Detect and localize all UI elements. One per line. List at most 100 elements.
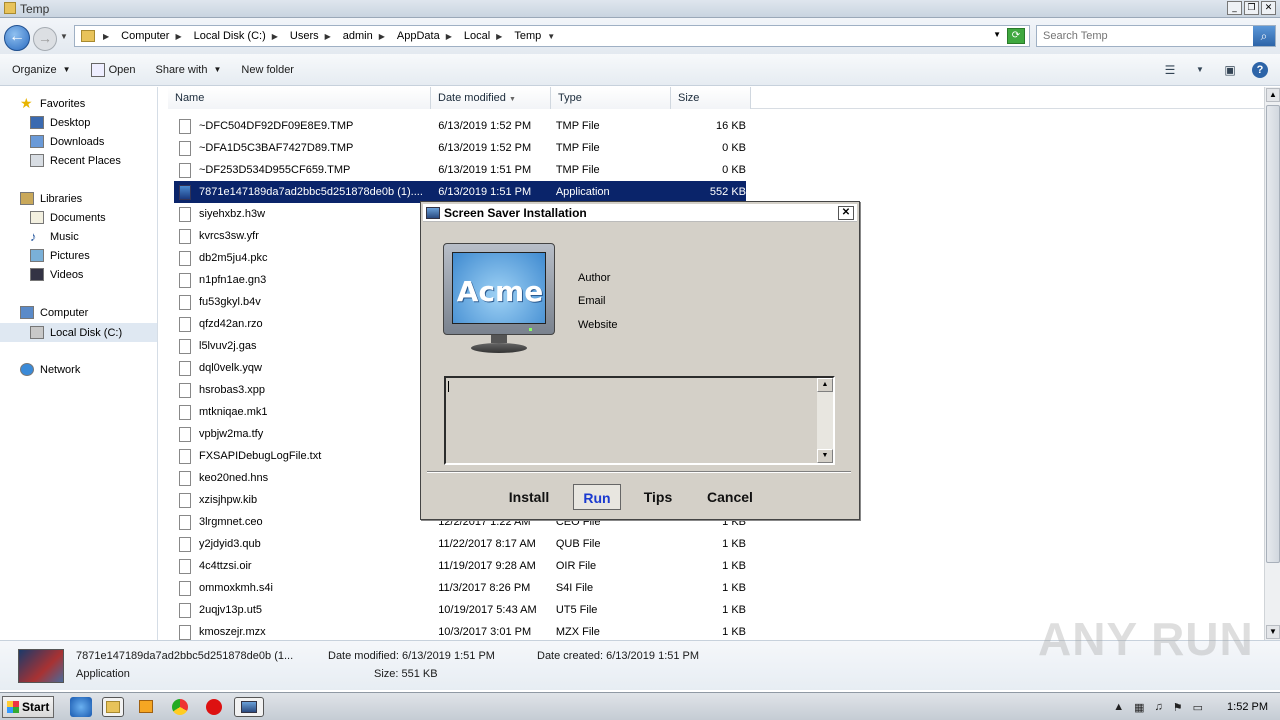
- back-button[interactable]: ←: [4, 25, 30, 51]
- share-with-button[interactable]: Share with ▼: [155, 64, 221, 76]
- close-button[interactable]: ✕: [1261, 1, 1276, 15]
- opera-icon[interactable]: [204, 697, 226, 717]
- cancel-button[interactable]: Cancel: [697, 484, 763, 510]
- breadcrumb-admin[interactable]: admin: [343, 30, 373, 42]
- column-name[interactable]: Name: [168, 87, 431, 109]
- nav-local-disk[interactable]: Local Disk (C:): [0, 323, 157, 342]
- vertical-scrollbar[interactable]: ▲ ▼: [1264, 87, 1280, 640]
- pictures-icon: [30, 249, 44, 262]
- description-textarea[interactable]: ▲ ▼: [444, 376, 835, 465]
- nav-computer[interactable]: Computer: [20, 306, 88, 319]
- column-type[interactable]: Type: [551, 87, 671, 109]
- file-row[interactable]: ~DFA1D5C3BAF7427D89.TMP 6/13/2019 1:52 PM…: [174, 137, 746, 159]
- file-row[interactable]: y2jdyid3.qub 11/22/2017 8:17 AM QUB File 1 …: [174, 533, 746, 555]
- organize-button[interactable]: Organize ▼: [12, 64, 71, 76]
- column-size[interactable]: Size: [671, 87, 751, 109]
- run-button[interactable]: Run: [573, 484, 621, 510]
- nav-favorites[interactable]: ★ Favorites: [20, 96, 85, 110]
- view-dropdown-icon[interactable]: ▼: [1192, 63, 1208, 77]
- volume-icon[interactable]: ♫: [1155, 701, 1163, 713]
- nav-music[interactable]: ♪ Music: [30, 230, 79, 243]
- nav-pictures[interactable]: Pictures: [30, 249, 90, 262]
- file-type: OIR File: [555, 560, 597, 572]
- file-row[interactable]: 4c4ttzsi.oir 11/19/2017 9:28 AM OIR File 1 …: [174, 555, 746, 577]
- internet-explorer-icon[interactable]: [70, 697, 92, 717]
- column-date-modified[interactable]: Date modified ▼: [431, 87, 551, 109]
- breadcrumb-users[interactable]: Users: [290, 30, 319, 42]
- help-icon[interactable]: ?: [1252, 62, 1268, 78]
- file-icon: [179, 514, 191, 530]
- file-icon: [179, 624, 191, 640]
- website-label: Website: [578, 319, 618, 331]
- network-tray-icon[interactable]: ▦: [1134, 701, 1144, 714]
- install-button[interactable]: Install: [499, 484, 559, 510]
- file-thumbnail: [18, 649, 64, 683]
- file-type: MZX File: [555, 626, 600, 638]
- search-icon[interactable]: ⌕: [1253, 26, 1275, 46]
- scroll-up-icon[interactable]: ▲: [817, 378, 833, 392]
- file-date: 11/19/2017 9:28 AM: [438, 560, 536, 572]
- nav-videos[interactable]: Videos: [30, 268, 83, 281]
- media-player-icon[interactable]: [136, 697, 158, 717]
- scroll-up-icon[interactable]: ▲: [1266, 88, 1280, 102]
- nav-downloads[interactable]: Downloads: [30, 135, 104, 148]
- start-button[interactable]: Start: [2, 696, 54, 718]
- minimize-button[interactable]: _: [1227, 1, 1242, 15]
- file-name: kmoszejr.mzx: [199, 626, 266, 638]
- file-row[interactable]: ommoxkmh.s4i 11/3/2017 8:26 PM S4I File 1 K…: [174, 577, 746, 599]
- screensaver-taskbar-icon[interactable]: [234, 697, 264, 717]
- tips-button[interactable]: Tips: [631, 484, 685, 510]
- clock[interactable]: 1:52 PM: [1227, 701, 1268, 713]
- action-center-icon[interactable]: ⚑: [1173, 701, 1183, 714]
- new-folder-button[interactable]: New folder: [241, 64, 294, 76]
- breadcrumb-temp[interactable]: Temp: [514, 30, 541, 42]
- file-name: hsrobas3.xpp: [199, 384, 266, 396]
- forward-button[interactable]: →: [33, 27, 57, 51]
- show-hidden-icons-icon[interactable]: ▲: [1113, 701, 1124, 713]
- refresh-icon[interactable]: ⟳: [1007, 28, 1025, 44]
- dialog-titlebar: Screen Saver Installation ✕: [423, 204, 857, 222]
- address-bar[interactable]: ▶ Computer ▶ Local Disk (C:) ▶ Users ▶ a…: [74, 25, 1030, 47]
- scroll-thumb[interactable]: [1266, 105, 1280, 563]
- file-size: 1 KB: [722, 582, 747, 594]
- recent-pages-dropdown[interactable]: ▼: [60, 32, 68, 41]
- restore-button[interactable]: ❐: [1244, 1, 1259, 15]
- acme-logo: Acme: [456, 275, 544, 308]
- nav-desktop[interactable]: Desktop: [30, 116, 90, 129]
- scroll-down-icon[interactable]: ▼: [1266, 625, 1280, 639]
- nav-network[interactable]: Network: [20, 363, 80, 376]
- file-type: TMP File: [555, 142, 600, 154]
- details-size: Size: 551 KB: [374, 668, 438, 680]
- file-name: l5lvuv2j.gas: [199, 340, 257, 352]
- breadcrumb-local[interactable]: Local: [464, 30, 490, 42]
- scroll-down-icon[interactable]: ▼: [817, 449, 833, 463]
- power-icon[interactable]: ▭: [1193, 701, 1203, 714]
- file-row[interactable]: 7871e147189da7ad2bbc5d251878de0b (1)....…: [174, 181, 746, 203]
- file-name: 2uqjv13p.ut5: [199, 604, 262, 616]
- breadcrumb-local-disk[interactable]: Local Disk (C:): [194, 30, 266, 42]
- file-row[interactable]: 2uqjv13p.ut5 10/19/2017 5:43 AM UT5 File 1 …: [174, 599, 746, 621]
- nav-libraries[interactable]: Libraries: [20, 192, 82, 205]
- dialog-close-button[interactable]: ✕: [838, 206, 854, 220]
- file-row[interactable]: kmoszejr.mzx 10/3/2017 3:01 PM MZX File 1 K…: [174, 621, 746, 640]
- search-input[interactable]: [1037, 26, 1247, 46]
- view-options-icon[interactable]: ☰: [1162, 63, 1178, 77]
- search-box[interactable]: ⌕: [1036, 25, 1276, 47]
- chrome-icon[interactable]: [170, 697, 192, 717]
- monitor-logo-image: Acme: [443, 243, 557, 355]
- breadcrumb-computer[interactable]: Computer: [121, 30, 169, 42]
- file-row[interactable]: ~DF253D534D955CF659.TMP 6/13/2019 1:51 PM…: [174, 159, 746, 181]
- explorer-taskbar-icon[interactable]: [102, 697, 124, 717]
- textarea-scrollbar[interactable]: ▲ ▼: [817, 378, 833, 463]
- file-name: xzisjhpw.kib: [199, 494, 258, 506]
- nav-documents[interactable]: Documents: [30, 211, 106, 224]
- breadcrumb-appdata[interactable]: AppData: [397, 30, 440, 42]
- file-size: 1 KB: [722, 538, 747, 550]
- file-row[interactable]: ~DFC504DF92DF09E8E9.TMP 6/13/2019 1:52 PM…: [174, 115, 746, 137]
- file-icon: [179, 360, 191, 376]
- nav-recent-places[interactable]: Recent Places: [30, 154, 121, 167]
- open-button[interactable]: Open: [90, 62, 135, 77]
- preview-pane-icon[interactable]: ▣: [1222, 63, 1238, 77]
- address-dropdown-icon[interactable]: ▼: [993, 30, 1001, 39]
- documents-icon: [30, 211, 44, 224]
